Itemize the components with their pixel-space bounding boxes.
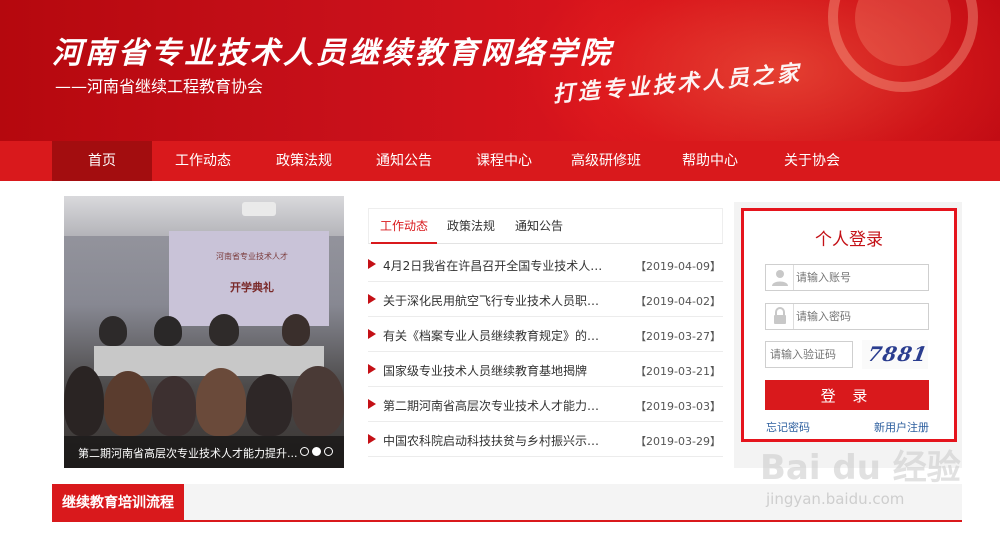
forgot-password-link[interactable]: 忘记密码 <box>766 419 810 435</box>
news-item[interactable]: 关于深化民用航空飞行专业技术人员职称制... 【2019-04-02】 <box>368 282 723 317</box>
news-item-date: 【2019-03-21】 <box>635 365 721 378</box>
photo-person <box>99 316 127 346</box>
news-item-date: 【2019-04-02】 <box>635 295 721 308</box>
captcha-text: 7881 <box>865 342 930 366</box>
news-item-date: 【2019-03-27】 <box>635 330 721 343</box>
photo-ceiling <box>64 196 344 236</box>
tab-notices[interactable]: 通知公告 <box>507 209 571 244</box>
baidu-watermark: Bai du 经验 <box>760 448 961 488</box>
news-item[interactable]: 4月2日我省在许昌召开全国专业技术人才工... 【2019-04-09】 <box>368 247 723 282</box>
news-panel: 工作动态 政策法规 通知公告 4月2日我省在许昌召开全国专业技术人才工... 【… <box>368 208 723 468</box>
news-item[interactable]: 有关《档案专业人员继续教育规定》的解读 【2019-03-27】 <box>368 317 723 352</box>
photo-person <box>282 314 310 346</box>
arrow-right-icon <box>368 399 376 409</box>
page: 河南省专业技术人员继续教育网络学院 ——河南省继续工程教育协会 打造专业技术人员… <box>0 0 1000 533</box>
tab-work-news[interactable]: 工作动态 <box>371 209 437 244</box>
password-field[interactable] <box>765 303 929 330</box>
arrow-right-icon <box>368 294 376 304</box>
login-title: 个人登录 <box>815 230 883 250</box>
login-button[interactable]: 登 录 <box>765 380 929 410</box>
news-item-title[interactable]: 国家级专业技术人员继续教育基地揭牌 <box>383 362 603 379</box>
photo-audience <box>152 376 196 436</box>
account-field[interactable] <box>765 264 929 291</box>
main-nav: 首页 工作动态 政策法规 通知公告 课程中心 高级研修班 帮助中心 关于协会 <box>0 141 1000 181</box>
account-input[interactable] <box>796 268 924 287</box>
news-item-date: 【2019-03-03】 <box>635 400 721 413</box>
arrow-right-icon <box>368 329 376 339</box>
site-title: 河南省专业技术人员继续教育网络学院 <box>52 36 613 71</box>
nav-item-policy[interactable]: 政策法规 <box>254 141 354 181</box>
news-item[interactable]: 中国农科院启动科技扶贫与乡村振兴示范县... 【2019-03-29】 <box>368 422 723 457</box>
news-tabs: 工作动态 政策法规 通知公告 <box>368 208 723 244</box>
nav-item-advanced-training[interactable]: 高级研修班 <box>554 141 658 181</box>
nav-item-notices[interactable]: 通知公告 <box>354 141 454 181</box>
photo-audience <box>196 368 246 436</box>
user-icon <box>766 265 794 290</box>
captcha-field[interactable] <box>765 341 853 368</box>
news-item-title[interactable]: 中国农科院启动科技扶贫与乡村振兴示范县... <box>383 432 603 449</box>
nav-item-help[interactable]: 帮助中心 <box>658 141 762 181</box>
photo-audience <box>64 366 104 436</box>
section-divider <box>52 520 962 522</box>
section-title[interactable]: 继续教育培训流程 <box>52 484 184 522</box>
news-item-date: 【2019-03-29】 <box>635 435 721 448</box>
photo-audience <box>104 371 152 436</box>
arrow-right-icon <box>368 434 376 444</box>
captcha-image[interactable]: 7881 <box>862 340 930 369</box>
captcha-input[interactable] <box>770 345 850 364</box>
baidu-watermark-url: jingyan.baidu.com <box>766 490 905 508</box>
photo-screen-heading: 开学典礼 <box>230 281 274 294</box>
nav-item-home[interactable]: 首页 <box>52 141 152 181</box>
password-input[interactable] <box>796 307 924 326</box>
news-item-title[interactable]: 第二期河南省高层次专业技术人才能力提升... <box>383 397 603 414</box>
carousel-dot-active[interactable] <box>312 447 321 456</box>
tab-policy[interactable]: 政策法规 <box>441 209 501 244</box>
carousel-caption[interactable]: 第二期河南省高层次专业技术人才能力提升... <box>78 445 300 461</box>
photo-carousel[interactable]: 河南省专业技术人才 开学典礼 第二期河南省高层次专业技术人才能力提升... <box>64 196 344 468</box>
news-item-title[interactable]: 有关《档案专业人员继续教育规定》的解读 <box>383 327 603 344</box>
photo-screen-caption: 河南省专业技术人才 <box>216 252 288 261</box>
nav-items: 首页 工作动态 政策法规 通知公告 课程中心 高级研修班 帮助中心 关于协会 <box>52 141 862 181</box>
register-link[interactable]: 新用户注册 <box>874 419 929 435</box>
photo-person <box>209 314 239 346</box>
nav-item-about[interactable]: 关于协会 <box>762 141 862 181</box>
news-item-title[interactable]: 关于深化民用航空飞行专业技术人员职称制... <box>383 292 603 309</box>
photo-person <box>154 316 182 346</box>
nav-item-courses[interactable]: 课程中心 <box>454 141 554 181</box>
lock-icon <box>766 304 794 329</box>
photo-audience <box>246 374 292 436</box>
photo-projector <box>242 202 276 216</box>
news-item-title[interactable]: 4月2日我省在许昌召开全国专业技术人才工... <box>383 257 603 274</box>
nav-item-work-news[interactable]: 工作动态 <box>152 141 254 181</box>
carousel-dot[interactable] <box>324 447 333 456</box>
site-subtitle: ——河南省继续工程教育协会 <box>55 77 264 96</box>
arrow-right-icon <box>368 364 376 374</box>
arrow-right-icon <box>368 259 376 269</box>
carousel-dot[interactable] <box>300 447 309 456</box>
news-item-date: 【2019-04-09】 <box>635 260 721 273</box>
carousel-dots <box>300 447 333 456</box>
photo-audience <box>292 366 344 436</box>
news-item[interactable]: 国家级专业技术人员继续教育基地揭牌 【2019-03-21】 <box>368 352 723 387</box>
news-item[interactable]: 第二期河南省高层次专业技术人才能力提升... 【2019-03-03】 <box>368 387 723 422</box>
